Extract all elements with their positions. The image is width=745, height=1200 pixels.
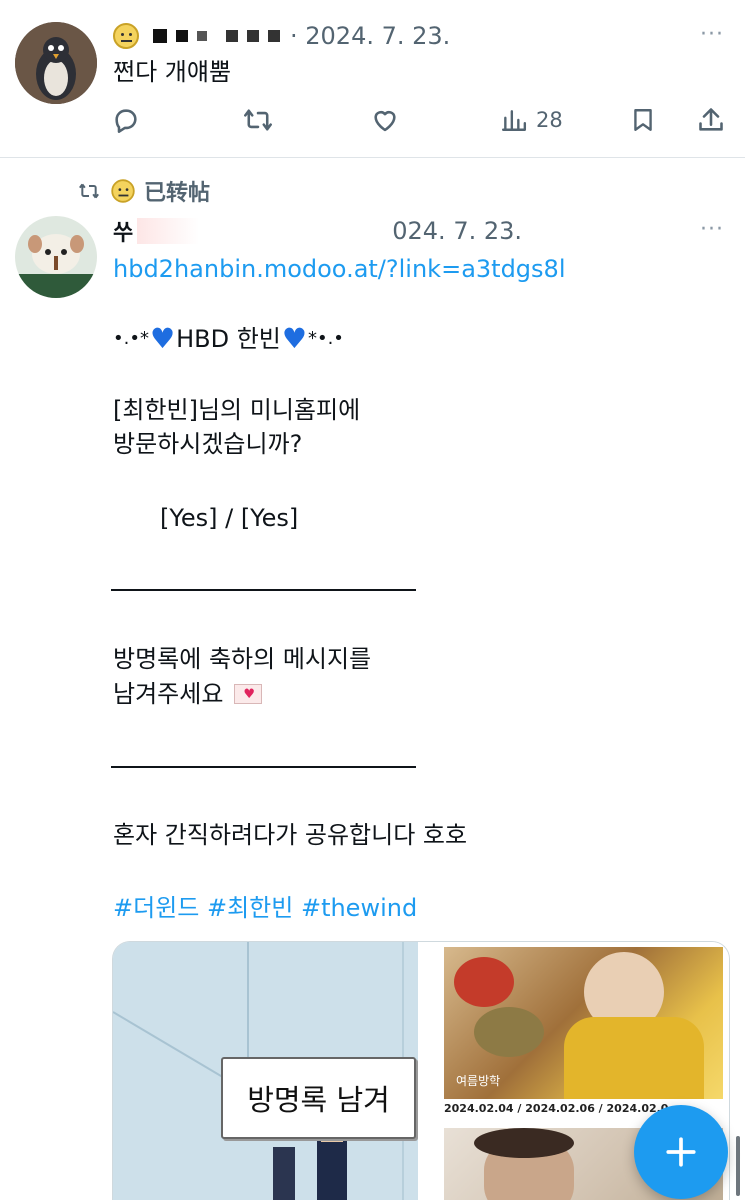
retweet-icon — [79, 183, 99, 199]
redacted-username — [153, 29, 280, 43]
avatar-guinea-pig[interactable] — [15, 216, 97, 298]
retweet-date[interactable]: 024. 7. 23. — [392, 217, 522, 245]
views-icon — [501, 110, 527, 131]
compose-button[interactable] — [634, 1105, 728, 1199]
blue-heart-icon: ♥ — [281, 322, 307, 355]
retweet-label[interactable]: 已转帖 — [144, 175, 210, 207]
plus-icon — [666, 1137, 696, 1167]
more-options-icon[interactable]: ··· — [700, 22, 724, 47]
bookmark-button[interactable] — [630, 106, 656, 134]
tweet-link[interactable]: hbd2hanbin.modoo.at/?link=a3tdgs8l — [113, 252, 565, 286]
bookmark-icon — [634, 109, 652, 131]
love-letter-icon: ♥ — [234, 684, 263, 704]
guestbook-label: 방명록 남겨 — [247, 1083, 390, 1117]
photo-caption: 여름방학 — [456, 1074, 501, 1088]
body-line: 혼자 간직하려다가 공유합니다 호호 — [113, 821, 468, 849]
more-options-icon[interactable]: ··· — [700, 217, 724, 242]
tweet-divider — [0, 157, 745, 158]
hashtags[interactable]: #더윈드 #최한빈 #thewind — [113, 891, 417, 925]
tweet-header: · 2024. 7. 23. — [113, 20, 450, 52]
heart-icon — [374, 110, 396, 132]
views-count: 28 — [536, 108, 563, 132]
retweet-header: 쑤 024. 7. 23. — [113, 215, 693, 247]
photo-1[interactable]: 여름방학 — [444, 947, 723, 1099]
retweet-button[interactable] — [243, 106, 273, 134]
text-divider-line — [111, 766, 416, 768]
scrollbar[interactable] — [736, 1136, 740, 1196]
user-emoji-icon — [111, 179, 135, 203]
yes-yes-line: [Yes] / [Yes] — [160, 504, 299, 532]
guestbook-image[interactable]: 방명록 남겨 — [113, 942, 418, 1200]
retweet-context: 已转帖 — [78, 176, 210, 206]
body-line: 남겨주세요 ♥ — [113, 677, 263, 711]
redacted-author — [137, 218, 388, 244]
reply-button[interactable] — [112, 106, 140, 134]
views-button[interactable]: 28 — [501, 106, 563, 134]
like-button[interactable] — [371, 106, 399, 134]
body-line: 방명록에 축하의 메시지를 — [113, 645, 372, 673]
retweet-icon — [244, 109, 272, 131]
body-line: 방문하시겠습니까? — [113, 430, 303, 458]
share-button[interactable] — [697, 106, 725, 134]
body-line: [최한빈]님의 미니홈피에 — [113, 396, 361, 424]
photo-dates: 2024.02.04 / 2024.02.06 / 2024.02.0 — [444, 1102, 669, 1115]
avatar-penguin[interactable] — [15, 22, 97, 104]
share-icon — [699, 108, 723, 131]
guestbook-bubble[interactable]: 방명록 남겨 — [221, 1057, 416, 1139]
tweet-date[interactable]: · 2024. 7. 23. — [290, 22, 450, 50]
hbd-line: •.•* ♥ HBD 한빈 ♥ *•.• — [113, 322, 344, 355]
reply-icon — [115, 109, 137, 133]
text-divider-line — [111, 589, 416, 591]
user-emoji-icon — [113, 23, 139, 49]
tweet-text: 쩐다 개얘뿜 — [113, 58, 232, 86]
author-name[interactable]: 쑤 — [113, 215, 133, 247]
blue-heart-icon: ♥ — [149, 322, 176, 355]
